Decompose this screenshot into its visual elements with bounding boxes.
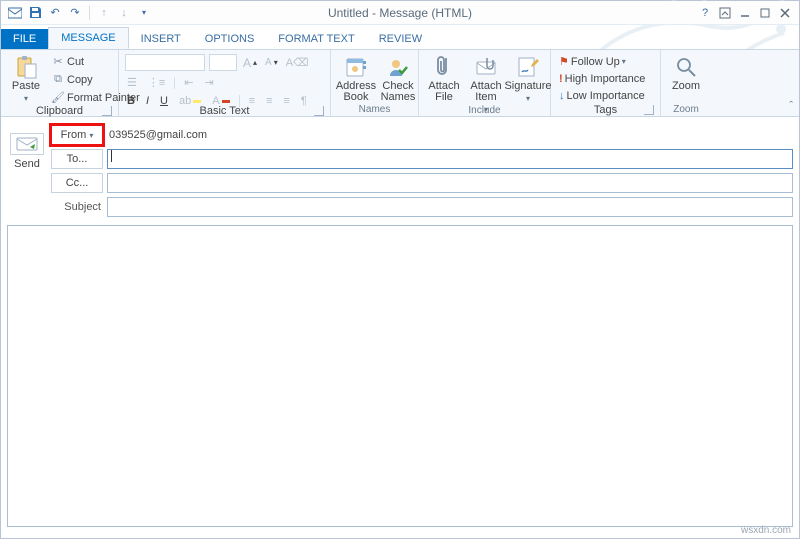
check-names-icon	[387, 54, 409, 80]
subject-label: Subject	[51, 197, 103, 217]
to-input[interactable]	[107, 149, 793, 169]
group-label-clipboard: Clipboard	[7, 104, 112, 117]
window-controls: ?	[697, 5, 799, 21]
paste-icon	[15, 54, 37, 80]
tab-file[interactable]: FILE	[1, 29, 48, 49]
zoom-icon	[675, 54, 697, 80]
flag-icon: ⚑	[559, 55, 569, 68]
group-tags: ⚑Follow Up▾ !High Importance ↓Low Import…	[551, 50, 661, 116]
tab-format-text[interactable]: FORMAT TEXT	[266, 29, 366, 49]
format-painter-icon: 🖌	[51, 91, 65, 104]
watermark: wsxdn.com	[741, 525, 791, 536]
group-include: Attach File Attach Item ▾ Signature ▾ In…	[419, 50, 551, 116]
group-names: Address Book Check Names Names	[331, 50, 419, 116]
group-label-zoom: Zoom	[667, 103, 705, 116]
bullets-button[interactable]: ☰	[125, 75, 139, 90]
field-values: 039525@gmail.com	[107, 125, 793, 217]
undo-icon[interactable]: ↶	[47, 5, 63, 21]
send-button[interactable]	[10, 133, 44, 155]
help-icon[interactable]: ?	[697, 5, 713, 21]
tab-review[interactable]: REVIEW	[367, 29, 434, 49]
address-book-label: Address Book	[336, 81, 376, 103]
tab-insert[interactable]: INSERT	[129, 29, 193, 49]
title-bar: ↶ ↷ ↑ ↓ ▾ Untitled - Message (HTML) ?	[1, 1, 799, 25]
send-label: Send	[14, 158, 40, 170]
attach-file-label: Attach File	[428, 81, 459, 103]
dialog-launcher-icon[interactable]	[644, 105, 654, 115]
increase-indent-button[interactable]: ⇥	[203, 75, 216, 90]
send-icon	[16, 137, 38, 151]
zoom-label: Zoom	[672, 81, 700, 92]
save-icon[interactable]	[27, 5, 43, 21]
to-button[interactable]: To...	[51, 149, 103, 169]
compose-header: Send From▾ To... Cc... Subject 039525@gm…	[1, 117, 799, 221]
group-basic-text: A▴ A▾ A⌫ ☰ ⋮≡ ⇤ ⇥ B I U ab A ≡ ≡ ≡	[119, 50, 331, 116]
attach-item-label: Attach Item	[470, 81, 501, 103]
shrink-font-button[interactable]: A▾	[263, 56, 280, 69]
font-name-select[interactable]	[125, 54, 205, 71]
font-size-select[interactable]	[209, 54, 237, 71]
numbering-button[interactable]: ⋮≡	[146, 75, 167, 90]
ribbon-tabs: FILE MESSAGE INSERT OPTIONS FORMAT TEXT …	[1, 25, 799, 49]
address-book-button[interactable]: Address Book	[337, 52, 375, 103]
follow-up-button[interactable]: ⚑Follow Up▾	[557, 54, 654, 69]
from-button[interactable]: From▾	[51, 125, 103, 145]
collapse-ribbon-icon[interactable]: ˆ	[789, 100, 793, 112]
group-label-include: Include	[425, 104, 544, 116]
signature-dropdown-icon: ▾	[526, 93, 530, 104]
attach-file-button[interactable]: Attach File	[425, 52, 463, 103]
attach-file-icon	[435, 54, 453, 80]
grow-font-button[interactable]: A▴	[241, 55, 259, 71]
paste-dropdown-icon: ▾	[24, 93, 28, 104]
low-importance-icon: ↓	[559, 90, 565, 102]
previous-item-icon[interactable]: ↑	[96, 5, 112, 21]
check-names-button[interactable]: Check Names	[379, 52, 417, 103]
high-importance-button[interactable]: !High Importance	[557, 72, 654, 86]
address-book-icon	[345, 54, 367, 80]
signature-icon	[517, 54, 539, 80]
ribbon-display-icon[interactable]	[717, 5, 733, 21]
app-icon	[7, 5, 23, 21]
group-label-names: Names	[337, 103, 412, 116]
minimize-icon[interactable]	[737, 5, 753, 21]
low-importance-button[interactable]: ↓Low Importance	[557, 89, 654, 103]
copy-icon: ⧉	[51, 73, 65, 86]
group-zoom: Zoom Zoom	[661, 50, 711, 116]
cc-button[interactable]: Cc...	[51, 173, 103, 193]
paste-button[interactable]: Paste ▾	[7, 52, 45, 104]
send-column: Send	[7, 125, 47, 217]
maximize-icon[interactable]	[757, 5, 773, 21]
high-importance-icon: !	[559, 73, 563, 85]
next-item-icon[interactable]: ↓	[116, 5, 132, 21]
close-icon[interactable]	[777, 5, 793, 21]
quick-access-toolbar: ↶ ↷ ↑ ↓ ▾	[1, 5, 158, 21]
tab-options[interactable]: OPTIONS	[193, 29, 267, 49]
attach-item-icon	[475, 54, 497, 80]
field-buttons: From▾ To... Cc... Subject	[51, 125, 103, 217]
decrease-indent-button[interactable]: ⇤	[182, 75, 195, 90]
group-label-basic-text: Basic Text	[125, 104, 324, 117]
paste-label: Paste	[12, 81, 40, 92]
from-dropdown-icon: ▾	[89, 131, 93, 140]
zoom-button[interactable]: Zoom	[667, 52, 705, 92]
subject-input[interactable]	[107, 197, 793, 217]
check-names-label: Check Names	[381, 81, 416, 103]
redo-icon[interactable]: ↷	[67, 5, 83, 21]
group-clipboard: Paste ▾ ✂Cut ⧉Copy 🖌Format Painter Clipb…	[1, 50, 119, 116]
signature-label: Signature	[504, 81, 551, 92]
dialog-launcher-icon[interactable]	[314, 106, 324, 116]
qat-customize-icon[interactable]: ▾	[136, 5, 152, 21]
cut-icon: ✂	[51, 55, 65, 68]
message-body[interactable]	[7, 225, 793, 527]
signature-button[interactable]: Signature ▾	[509, 52, 547, 104]
tab-message[interactable]: MESSAGE	[48, 27, 128, 49]
from-value: 039525@gmail.com	[107, 129, 207, 141]
clear-formatting-button[interactable]: A⌫	[284, 55, 311, 70]
dialog-launcher-icon[interactable]	[102, 106, 112, 116]
cc-input[interactable]	[107, 173, 793, 193]
follow-up-dropdown-icon: ▾	[622, 57, 626, 66]
ribbon: Paste ▾ ✂Cut ⧉Copy 🖌Format Painter Clipb…	[1, 49, 799, 117]
group-label-tags: Tags	[557, 103, 654, 116]
